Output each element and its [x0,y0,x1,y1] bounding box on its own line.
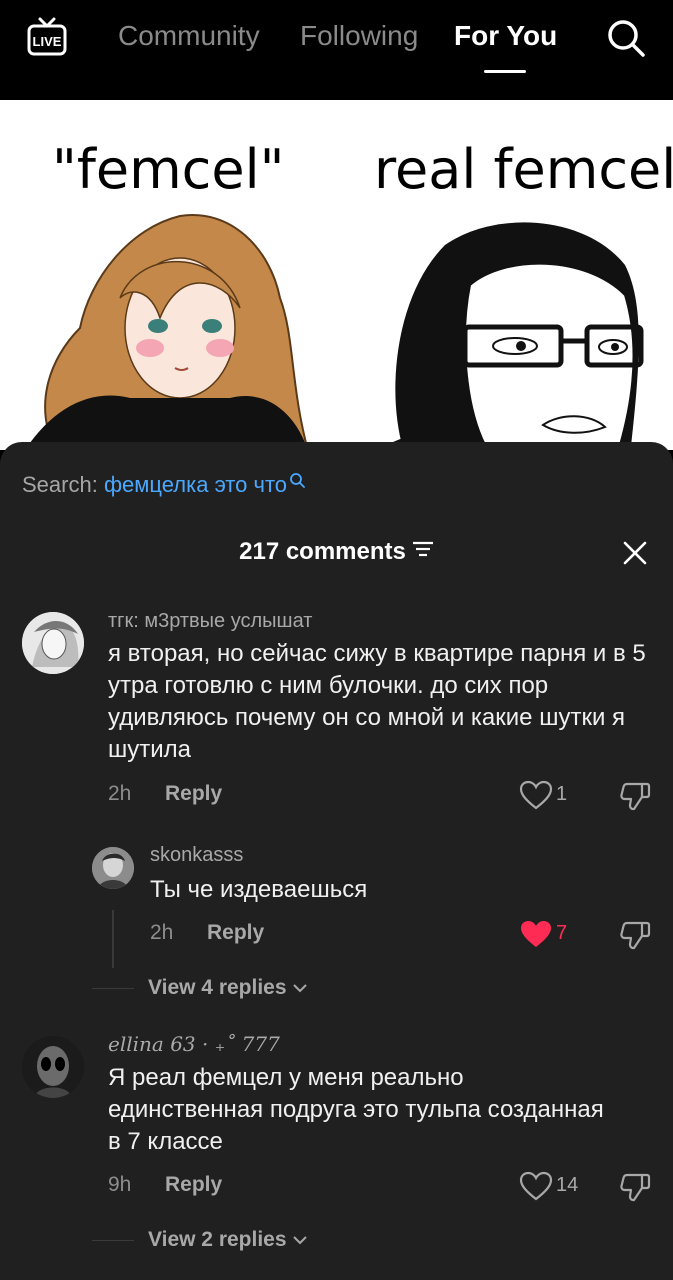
search-icon[interactable] [606,18,646,58]
search-query-link[interactable]: фемцелка это что [104,472,287,497]
like-count: 14 [556,1174,579,1196]
comments-sheet: Search: фемцелка это что 217 comments тг… [0,442,673,1280]
thread-line [112,910,114,968]
avatar[interactable] [92,847,134,889]
comment-time: 2h [108,782,132,805]
tab-for-you[interactable]: For You [454,20,557,52]
comment-text: Я реал фемцел у меня реально единственна… [108,1064,604,1155]
view-replies-label: View 4 replies [148,976,287,999]
filter-icon[interactable] [412,537,434,565]
comment-username[interactable]: тгк: м3ртвые услышат [108,610,312,633]
heart-icon[interactable] [519,780,553,810]
right-caption: real femcel [374,138,673,201]
comment-time: 2h [150,921,174,944]
video-frame[interactable]: "femcel" real femcel [0,100,673,450]
chevron-down-icon [292,1228,308,1251]
heart-icon[interactable] [519,1171,553,1201]
comment-username[interactable]: ellina 63 · ₊˚ 777 [108,1032,280,1056]
view-replies-divider [92,1240,134,1241]
reply-button[interactable]: Reply [207,921,264,945]
tab-community[interactable]: Community [118,20,260,52]
mini-search-icon [289,468,305,494]
dislike-icon[interactable] [619,780,651,812]
comment-text: Ты че издеваешься [150,876,368,903]
heart-filled-icon[interactable] [519,919,553,949]
avatar[interactable] [22,1036,84,1098]
view-replies-label: View 2 replies [148,1228,287,1251]
dislike-icon[interactable] [619,1171,651,1203]
related-search[interactable]: Search: фемцелка это что [22,472,305,498]
tab-following[interactable]: Following [300,20,418,52]
dislike-icon[interactable] [619,919,651,951]
view-replies-button[interactable]: View 4 replies [148,976,308,1000]
chevron-down-icon [292,976,308,999]
comment-text: я вторая, но сейчас сижу в квартире парн… [108,640,646,763]
close-icon[interactable] [622,540,648,566]
anime-girl-drawing [25,213,309,450]
live-label: LIVE [33,34,62,49]
comment-username[interactable]: skonkasss [150,844,243,867]
like-count: 1 [556,783,568,805]
search-label: Search: [22,472,98,497]
live-icon[interactable]: LIVE [26,16,70,60]
wojak-drawing [380,222,644,450]
reply-button[interactable]: Reply [165,782,222,806]
left-caption: "femcel" [52,138,285,201]
comments-count: 217 comments [239,538,406,565]
reply-button[interactable]: Reply [165,1173,222,1197]
comments-header: 217 comments [0,538,673,566]
view-replies-button[interactable]: View 2 replies [148,1228,308,1252]
avatar[interactable] [22,612,84,674]
top-nav-bar: LIVE Community Following For You [0,0,673,100]
view-replies-divider [92,988,134,989]
active-tab-indicator [484,70,526,73]
like-count: 7 [556,922,568,944]
comment-time: 9h [108,1173,132,1196]
